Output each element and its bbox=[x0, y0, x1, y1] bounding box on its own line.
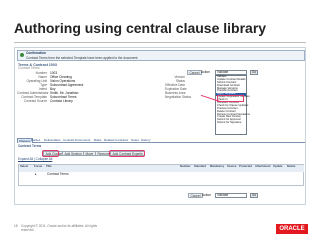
expand-icon[interactable]: ▸ bbox=[35, 172, 37, 177]
clause-action-bar: Add Clause Add Section Move Remove Add C… bbox=[18, 150, 304, 157]
col-attachment: Attachment bbox=[254, 164, 272, 172]
tab-parties[interactable]: Parties bbox=[30, 138, 41, 143]
cancel-button[interactable]: Cancel bbox=[187, 70, 202, 75]
col-update: Update bbox=[272, 164, 286, 172]
oracle-logo: ORACLE bbox=[276, 224, 308, 234]
tab-bar: Clauses Parties Deliverables Contract Do… bbox=[17, 138, 305, 143]
col-source: Source bbox=[226, 164, 238, 172]
move-button[interactable]: Move bbox=[83, 151, 96, 156]
action-label: Action bbox=[201, 69, 210, 74]
col-select: Select bbox=[19, 164, 33, 172]
col-mandatory: Mandatory bbox=[209, 164, 226, 172]
tab-risks[interactable]: Risks bbox=[93, 138, 102, 143]
clauses-table: Select Focus Title Number Standard Manda… bbox=[18, 164, 304, 186]
add-section-button[interactable]: Add Section bbox=[62, 151, 85, 156]
bottom-action-label: Action bbox=[202, 192, 211, 197]
confirmation-message: Contract Terms from the selected Templat… bbox=[26, 55, 139, 60]
section-title: Contract Terms bbox=[18, 144, 42, 148]
go-button[interactable]: Go bbox=[250, 70, 258, 75]
tab-deliverables[interactable]: Deliverables bbox=[43, 138, 62, 143]
tab-notes[interactable]: Notes bbox=[130, 138, 140, 143]
field-label-source: Contract Source bbox=[23, 99, 47, 103]
bottom-go-button[interactable]: Go bbox=[250, 193, 258, 198]
tab-related-contracts[interactable]: Related Contracts bbox=[103, 138, 129, 143]
table-row-title[interactable]: Contract Terms bbox=[47, 172, 69, 177]
success-icon bbox=[20, 52, 24, 57]
action-select[interactable]: Validate bbox=[215, 70, 247, 75]
field-value-source: Contract Library bbox=[50, 99, 73, 103]
bottom-toolbar: Cancel Action Validate Go bbox=[18, 193, 304, 199]
action-dropdown-menu: Validate Update Contract Details Submit … bbox=[215, 75, 250, 135]
confirmation-banner: Confirmation Contract Terms from the sel… bbox=[17, 50, 305, 61]
add-clause-highlight bbox=[42, 150, 59, 157]
col-focus: Focus bbox=[33, 164, 45, 172]
copyright-footer: Copyright © 2011, Oracle and/or its affi… bbox=[21, 224, 98, 232]
page-number: 18 bbox=[14, 224, 18, 228]
apply-template-highlight bbox=[217, 95, 244, 102]
application-screenshot: Confirmation Contract Terms from the sel… bbox=[14, 47, 306, 205]
expand-collapse-links[interactable]: Expand All | Collapse All bbox=[18, 157, 52, 162]
menu-item-submit-signature[interactable]: Submit for Signature bbox=[216, 121, 246, 125]
bottom-cancel-button[interactable]: Cancel bbox=[188, 193, 203, 198]
tab-history[interactable]: History bbox=[140, 138, 151, 143]
side-label-negotiation-status: Negotiation Status bbox=[165, 95, 192, 99]
contract-experts-highlight bbox=[109, 150, 145, 157]
col-standard: Standard bbox=[193, 164, 209, 172]
bottom-action-select[interactable]: Validate bbox=[215, 193, 247, 198]
col-title: Title bbox=[45, 164, 179, 172]
slide-title: Authoring using central clause library bbox=[14, 20, 267, 36]
tab-contract-documents[interactable]: Contract Documents bbox=[62, 138, 91, 143]
col-protected: Protected bbox=[238, 164, 254, 172]
col-number: Number bbox=[179, 164, 193, 172]
title-divider bbox=[14, 42, 306, 43]
logo-text: ORACLE bbox=[279, 226, 305, 232]
col-delete: Delete bbox=[286, 164, 304, 172]
